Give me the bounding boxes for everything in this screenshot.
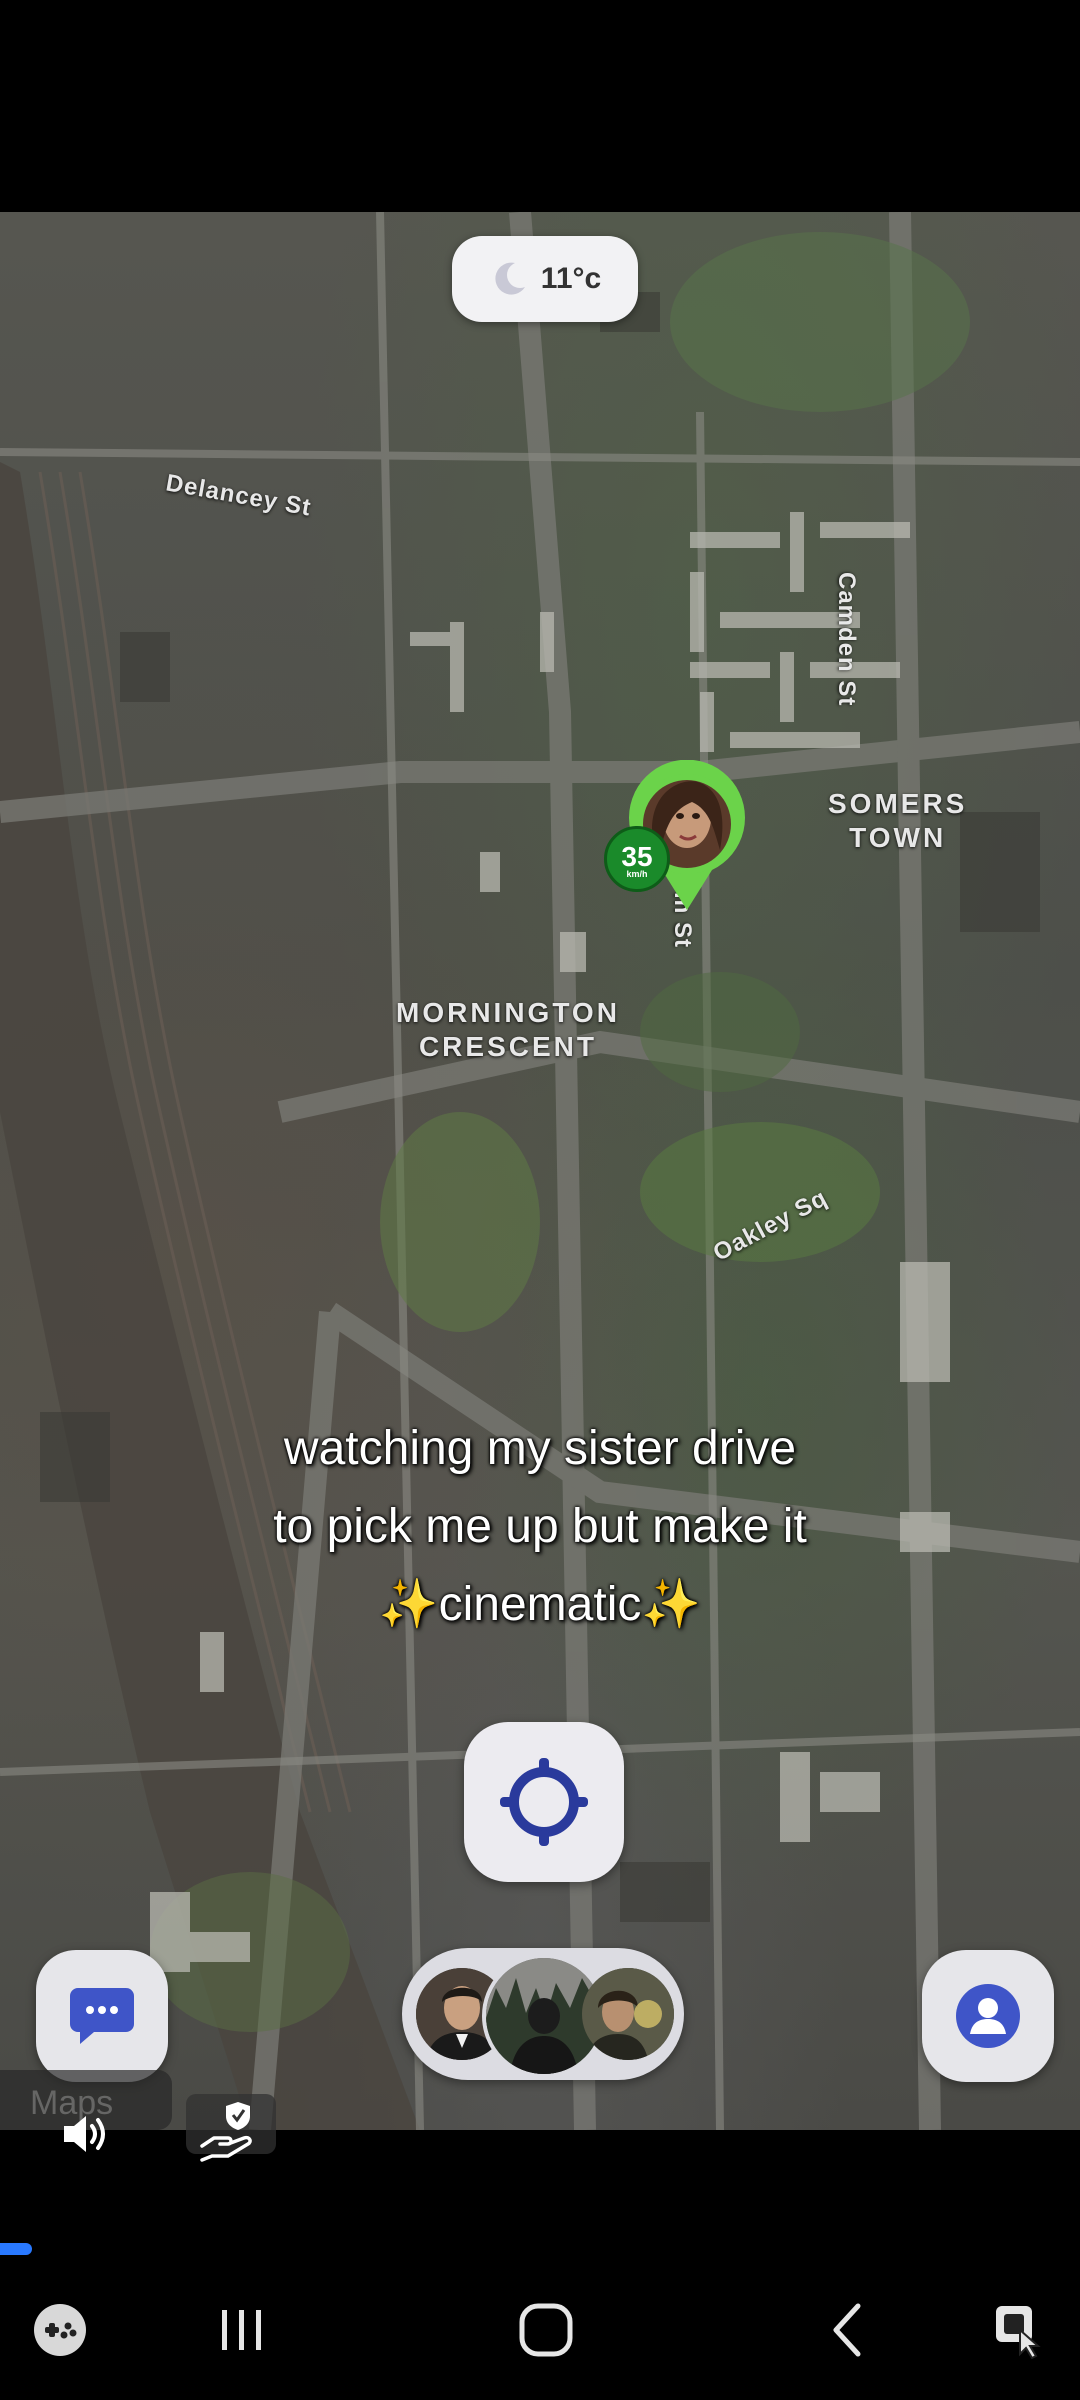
caption-line-1: watching my sister drive	[283, 1422, 797, 1475]
sparkle-icon: ✨	[641, 1578, 702, 1631]
game-launcher-icon[interactable]	[30, 2300, 90, 2360]
system-navigation-bar	[0, 2270, 1080, 2400]
volume-icon[interactable]	[60, 2112, 110, 2156]
recent-apps-icon[interactable]	[212, 2300, 272, 2360]
recenter-button[interactable]	[464, 1722, 624, 1882]
screen: Delancey St Camden St SOMERS TOWN m St M…	[0, 0, 1080, 2400]
temperature-label: 11°c	[540, 262, 602, 295]
speed-badge: 35 km/h	[604, 826, 670, 892]
area-label-line: TOWN	[849, 822, 947, 853]
back-icon[interactable]	[820, 2300, 880, 2360]
weather-widget[interactable]: 11°c	[452, 236, 638, 322]
area-label-line: MORNINGTON	[396, 997, 620, 1028]
friends-carousel[interactable]	[402, 1948, 684, 2080]
caption-word: cinematic	[438, 1578, 642, 1631]
speed-unit: km/h	[626, 869, 648, 879]
area-label-somers-town: SOMERS TOWN	[828, 787, 967, 855]
home-icon[interactable]	[516, 2300, 576, 2360]
sparkle-icon: ✨	[378, 1578, 439, 1631]
chat-bubble-icon	[70, 1988, 134, 2044]
top-letterbox	[0, 0, 1080, 212]
street-label-camden: Camden St	[833, 572, 860, 707]
area-label-mornington-crescent: MORNINGTON CRESCENT	[396, 996, 620, 1064]
moon-icon	[489, 259, 529, 299]
friend-avatar[interactable]	[582, 1968, 674, 2060]
screen-assist-icon[interactable]	[990, 2300, 1050, 2360]
video-progress-fill	[0, 2243, 33, 2255]
gift-hand-icon[interactable]	[198, 2098, 264, 2164]
caption-line-3: ✨cinematic✨	[150, 1566, 930, 1644]
speed-value: 35	[621, 841, 653, 872]
caption-line-2: to pick me up but make it	[273, 1500, 807, 1553]
video-progress-bar[interactable]	[0, 2243, 1080, 2255]
chat-button[interactable]	[36, 1950, 168, 2082]
video-caption: watching my sister drive to pick me up b…	[150, 1410, 930, 1644]
profile-button[interactable]	[922, 1950, 1054, 2082]
person-icon	[956, 1984, 1020, 2048]
area-label-line: SOMERS	[828, 788, 968, 819]
area-label-line: CRESCENT	[418, 1031, 597, 1062]
location-target-icon	[500, 1758, 588, 1846]
